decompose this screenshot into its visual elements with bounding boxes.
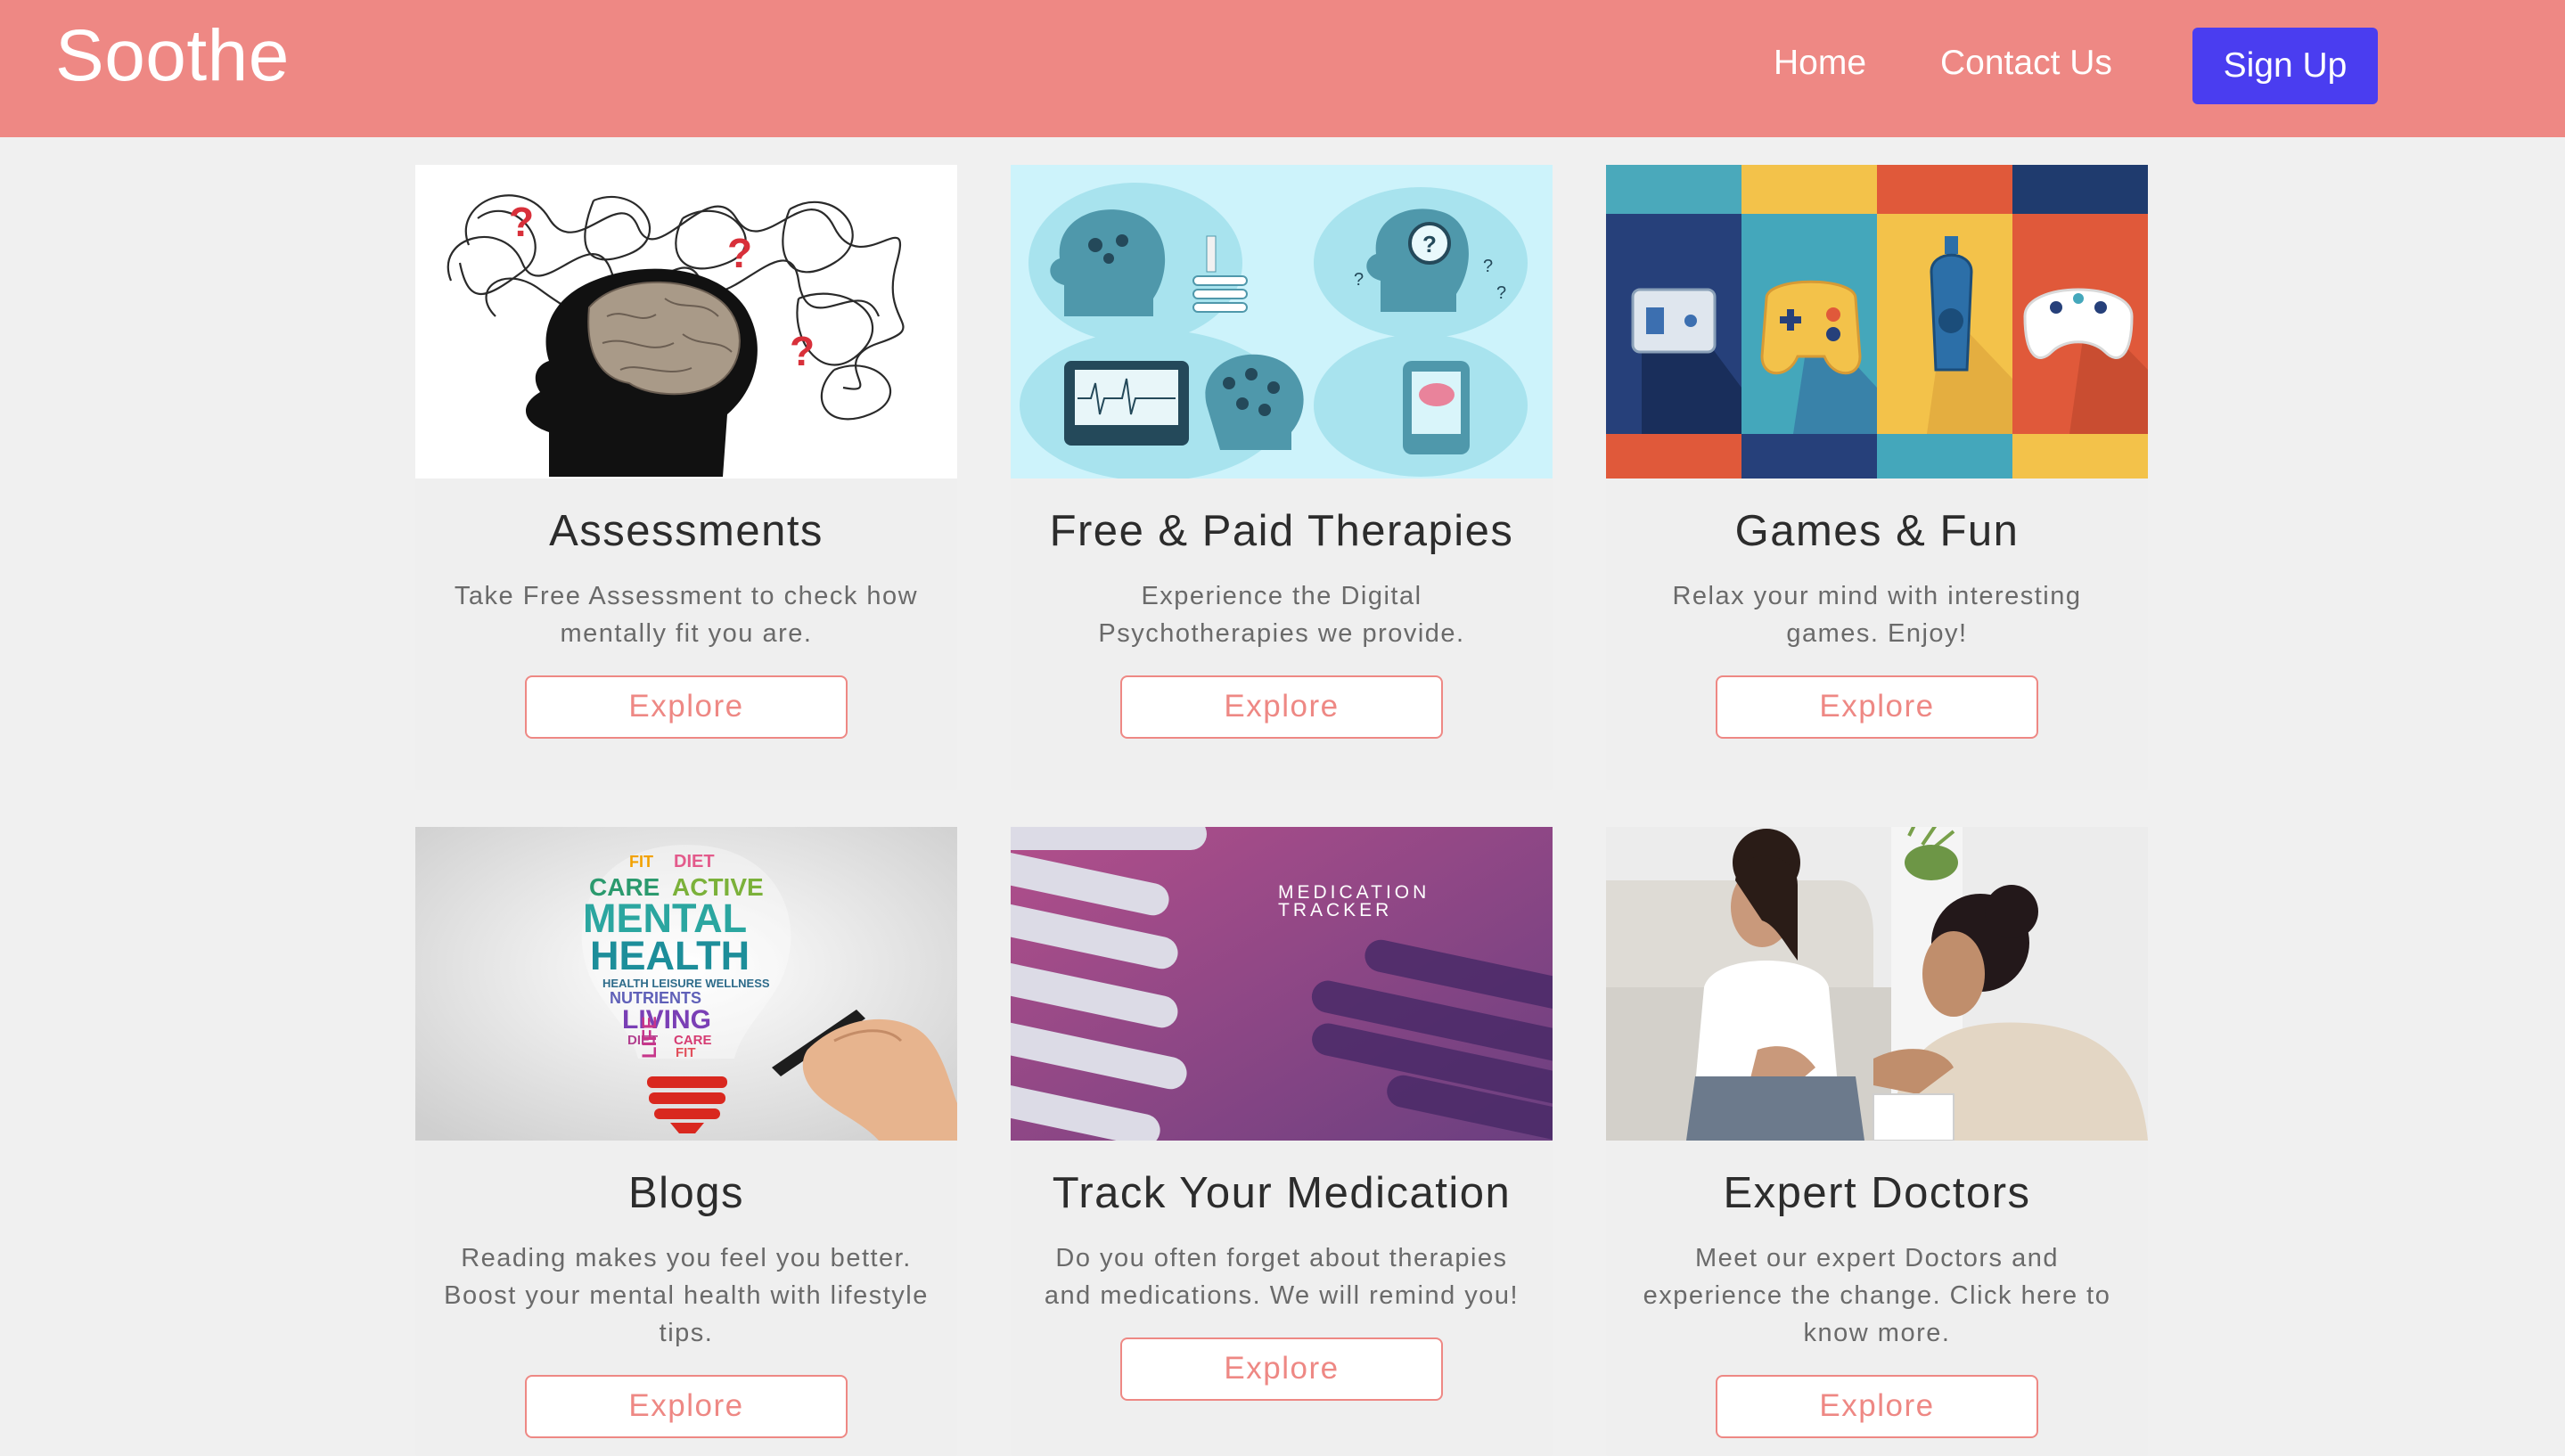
nav-contact-link[interactable]: Contact Us: [1940, 44, 2112, 83]
svg-text:?: ?: [727, 230, 752, 276]
card-image-assessments: ? ? ?: [415, 165, 957, 479]
card-description: Meet our expert Doctors and experience t…: [1643, 1243, 2111, 1347]
card-title: Games & Fun: [1734, 507, 2020, 555]
card-image-blogs: FIT DIET CARE ACTIVE MENTAL HEALTH HEALT…: [415, 827, 957, 1141]
svg-text:TRACKER: TRACKER: [1278, 900, 1392, 920]
card-title: Track Your Medication: [1052, 1169, 1512, 1217]
card-title: Blogs: [627, 1169, 745, 1217]
svg-text:HEALTH LEISURE WELLNESS: HEALTH LEISURE WELLNESS: [602, 977, 770, 990]
svg-text:DIET: DIET: [674, 852, 715, 871]
explore-button-blogs[interactable]: Explore: [525, 1374, 848, 1438]
svg-text:FIT: FIT: [676, 1045, 696, 1060]
svg-text:NUTRIENTS: NUTRIENTS: [610, 989, 701, 1007]
doctor-consultation-photo: [1606, 827, 2148, 1141]
navbar: Soothe Home Contact Us Sign Up: [0, 0, 2565, 137]
explore-button-doctors[interactable]: Explore: [1716, 1374, 2038, 1438]
card-description: Reading makes you feel you better. Boost…: [444, 1243, 929, 1347]
svg-text:?: ?: [1483, 257, 1493, 276]
mental-health-lightbulb-illustration: FIT DIET CARE ACTIVE MENTAL HEALTH HEALT…: [415, 827, 957, 1141]
game-controllers-illustration: [1606, 165, 2148, 479]
card-title: Assessments: [549, 507, 824, 555]
nav-home-link[interactable]: Home: [1774, 44, 1866, 83]
head-thoughts-illustration: ? ? ?: [415, 165, 957, 479]
svg-text:?: ?: [509, 199, 534, 245]
explore-button-games[interactable]: Explore: [1716, 675, 2038, 739]
svg-text:?: ?: [1496, 283, 1506, 303]
sign-up-button[interactable]: Sign Up: [2192, 28, 2378, 104]
explore-button-assessments[interactable]: Explore: [525, 675, 848, 739]
card-games: Games & Fun Relax your mind with interes…: [1606, 165, 2148, 790]
svg-text:?: ?: [1422, 231, 1437, 258]
card-title: Expert Doctors: [1723, 1169, 2031, 1217]
card-image-doctors: [1606, 827, 2148, 1141]
explore-button-therapies[interactable]: Explore: [1120, 675, 1443, 739]
brand-logo[interactable]: Soothe: [55, 12, 290, 100]
card-description: Relax your mind with interesting games. …: [1672, 581, 2082, 648]
card-image-medication: MEDICATION TRACKER: [1011, 827, 1553, 1141]
svg-text:?: ?: [1354, 270, 1364, 290]
card-assessments: ? ? ? Assessments Take Free Assessment t…: [415, 165, 957, 790]
card-description: Do you often forget about therapies and …: [1044, 1243, 1520, 1310]
card-title: Free & Paid Therapies: [1049, 507, 1514, 555]
card-medication: MEDICATION TRACKER Track Your Medication…: [1011, 827, 1553, 1456]
svg-text:?: ?: [790, 328, 815, 374]
card-description: Take Free Assessment to check how mental…: [454, 581, 919, 648]
card-description: Experience the Digital Psychotherapies w…: [1098, 581, 1465, 648]
medication-tracker-banner: MEDICATION TRACKER: [1011, 827, 1553, 1141]
digital-therapy-illustration: ? ? ? ?: [1011, 165, 1553, 479]
svg-text:LIVING: LIVING: [622, 1005, 711, 1035]
card-therapies: ? ? ? ? Free & Paid Therapies Experience…: [1011, 165, 1553, 790]
card-image-games: [1606, 165, 2148, 479]
explore-button-medication[interactable]: Explore: [1120, 1337, 1443, 1401]
card-doctors: Expert Doctors Meet our expert Doctors a…: [1606, 827, 2148, 1456]
card-image-therapies: ? ? ? ?: [1011, 165, 1553, 479]
svg-text:FIT: FIT: [629, 853, 653, 871]
svg-text:LIFE: LIFE: [638, 1016, 660, 1059]
card-blogs: FIT DIET CARE ACTIVE MENTAL HEALTH HEALT…: [415, 827, 957, 1456]
svg-text:HEALTH: HEALTH: [590, 933, 750, 978]
